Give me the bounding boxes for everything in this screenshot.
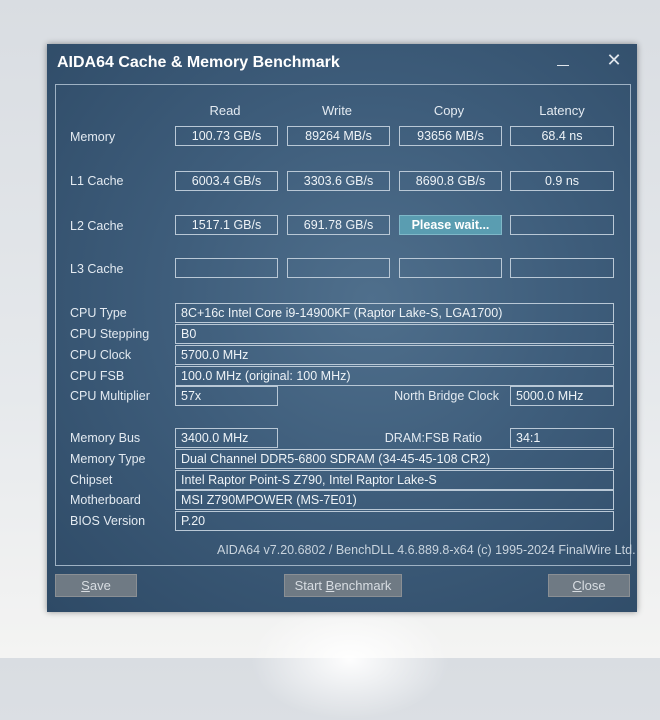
memory-bus-value: 3400.0 MHz bbox=[175, 428, 278, 448]
save-button[interactable]: Save bbox=[55, 574, 137, 597]
cpu-clock-value: 5700.0 MHz bbox=[175, 345, 614, 365]
memory-read-value: 100.73 GB/s bbox=[175, 126, 278, 146]
row-label-l2-cache: L2 Cache bbox=[70, 219, 124, 233]
cpu-multiplier-value: 57x bbox=[175, 386, 278, 406]
row-label-l1-cache: L1 Cache bbox=[70, 174, 124, 188]
cpu-stepping-value: B0 bbox=[175, 324, 614, 344]
minimize-button[interactable] bbox=[556, 56, 570, 70]
l1-write-value: 3303.6 GB/s bbox=[287, 171, 390, 191]
save-mnemonic: S bbox=[81, 578, 90, 593]
l2-copy-please-wait: Please wait... bbox=[399, 215, 502, 235]
l1-copy-value: 8690.8 GB/s bbox=[399, 171, 502, 191]
close-mnemonic: C bbox=[572, 578, 582, 593]
memory-write-value: 89264 MB/s bbox=[287, 126, 390, 146]
memory-latency-value: 68.4 ns bbox=[510, 126, 614, 146]
start-benchmark-label-rest: enchmark bbox=[334, 578, 392, 593]
l2-write-value: 691.78 GB/s bbox=[287, 215, 390, 235]
start-benchmark-label-pre: Start bbox=[294, 578, 326, 593]
row-label-l3-cache: L3 Cache bbox=[70, 262, 124, 276]
l2-read-value: 1517.1 GB/s bbox=[175, 215, 278, 235]
background-glow bbox=[250, 600, 450, 720]
close-button[interactable]: Close bbox=[548, 574, 630, 597]
chipset-label: Chipset bbox=[70, 473, 113, 487]
cpu-fsb-label: CPU FSB bbox=[70, 369, 125, 383]
dram-fsb-ratio-value: 34:1 bbox=[510, 428, 614, 448]
cpu-fsb-value: 100.0 MHz (original: 100 MHz) bbox=[175, 366, 614, 386]
header-latency: Latency bbox=[539, 103, 585, 118]
bios-version-label: BIOS Version bbox=[70, 514, 146, 528]
l1-read-value: 6003.4 GB/s bbox=[175, 171, 278, 191]
l3-copy-value bbox=[399, 258, 502, 278]
north-bridge-clock-value: 5000.0 MHz bbox=[510, 386, 614, 406]
memory-copy-value: 93656 MB/s bbox=[399, 126, 502, 146]
l3-read-value bbox=[175, 258, 278, 278]
row-label-memory: Memory bbox=[70, 130, 116, 144]
l3-latency-value bbox=[510, 258, 614, 278]
chipset-value: Intel Raptor Point-S Z790, Intel Raptor … bbox=[175, 470, 614, 490]
close-window-button[interactable]: ✕ bbox=[605, 50, 623, 70]
save-label-rest: ave bbox=[89, 578, 111, 593]
motherboard-value: MSI Z790MPOWER (MS-7E01) bbox=[175, 490, 614, 510]
memory-type-label: Memory Type bbox=[70, 452, 146, 466]
close-label-rest: lose bbox=[581, 578, 606, 593]
l1-latency-value: 0.9 ns bbox=[510, 171, 614, 191]
l3-write-value bbox=[287, 258, 390, 278]
benchmark-window: AIDA64 Cache & Memory Benchmark ✕ Read W… bbox=[47, 44, 637, 612]
header-read: Read bbox=[209, 103, 241, 118]
header-copy: Copy bbox=[433, 103, 465, 118]
cpu-type-label: CPU Type bbox=[70, 306, 127, 320]
memory-bus-label: Memory Bus bbox=[70, 431, 141, 445]
version-copyright-footer: AIDA64 v7.20.6802 / BenchDLL 4.6.889.8-x… bbox=[217, 543, 636, 557]
window-title: AIDA64 Cache & Memory Benchmark bbox=[57, 54, 340, 71]
cpu-stepping-label: CPU Stepping bbox=[70, 327, 150, 341]
dram-fsb-ratio-label: DRAM:FSB Ratio bbox=[384, 431, 482, 445]
north-bridge-clock-label: North Bridge Clock bbox=[394, 389, 499, 403]
cpu-clock-label: CPU Clock bbox=[70, 348, 132, 362]
motherboard-label: Motherboard bbox=[70, 493, 141, 507]
cpu-type-value: 8C+16c Intel Core i9-14900KF (Raptor Lak… bbox=[175, 303, 614, 323]
bios-version-value: P.20 bbox=[175, 511, 614, 531]
cpu-multiplier-label: CPU Multiplier bbox=[70, 389, 150, 403]
start-benchmark-button[interactable]: Start Benchmark bbox=[284, 574, 402, 597]
title-bar[interactable]: AIDA64 Cache & Memory Benchmark ✕ bbox=[47, 44, 637, 80]
header-write: Write bbox=[321, 103, 353, 118]
memory-type-value: Dual Channel DDR5-6800 SDRAM (34-45-45-1… bbox=[175, 449, 614, 469]
l2-latency-value bbox=[510, 215, 614, 235]
